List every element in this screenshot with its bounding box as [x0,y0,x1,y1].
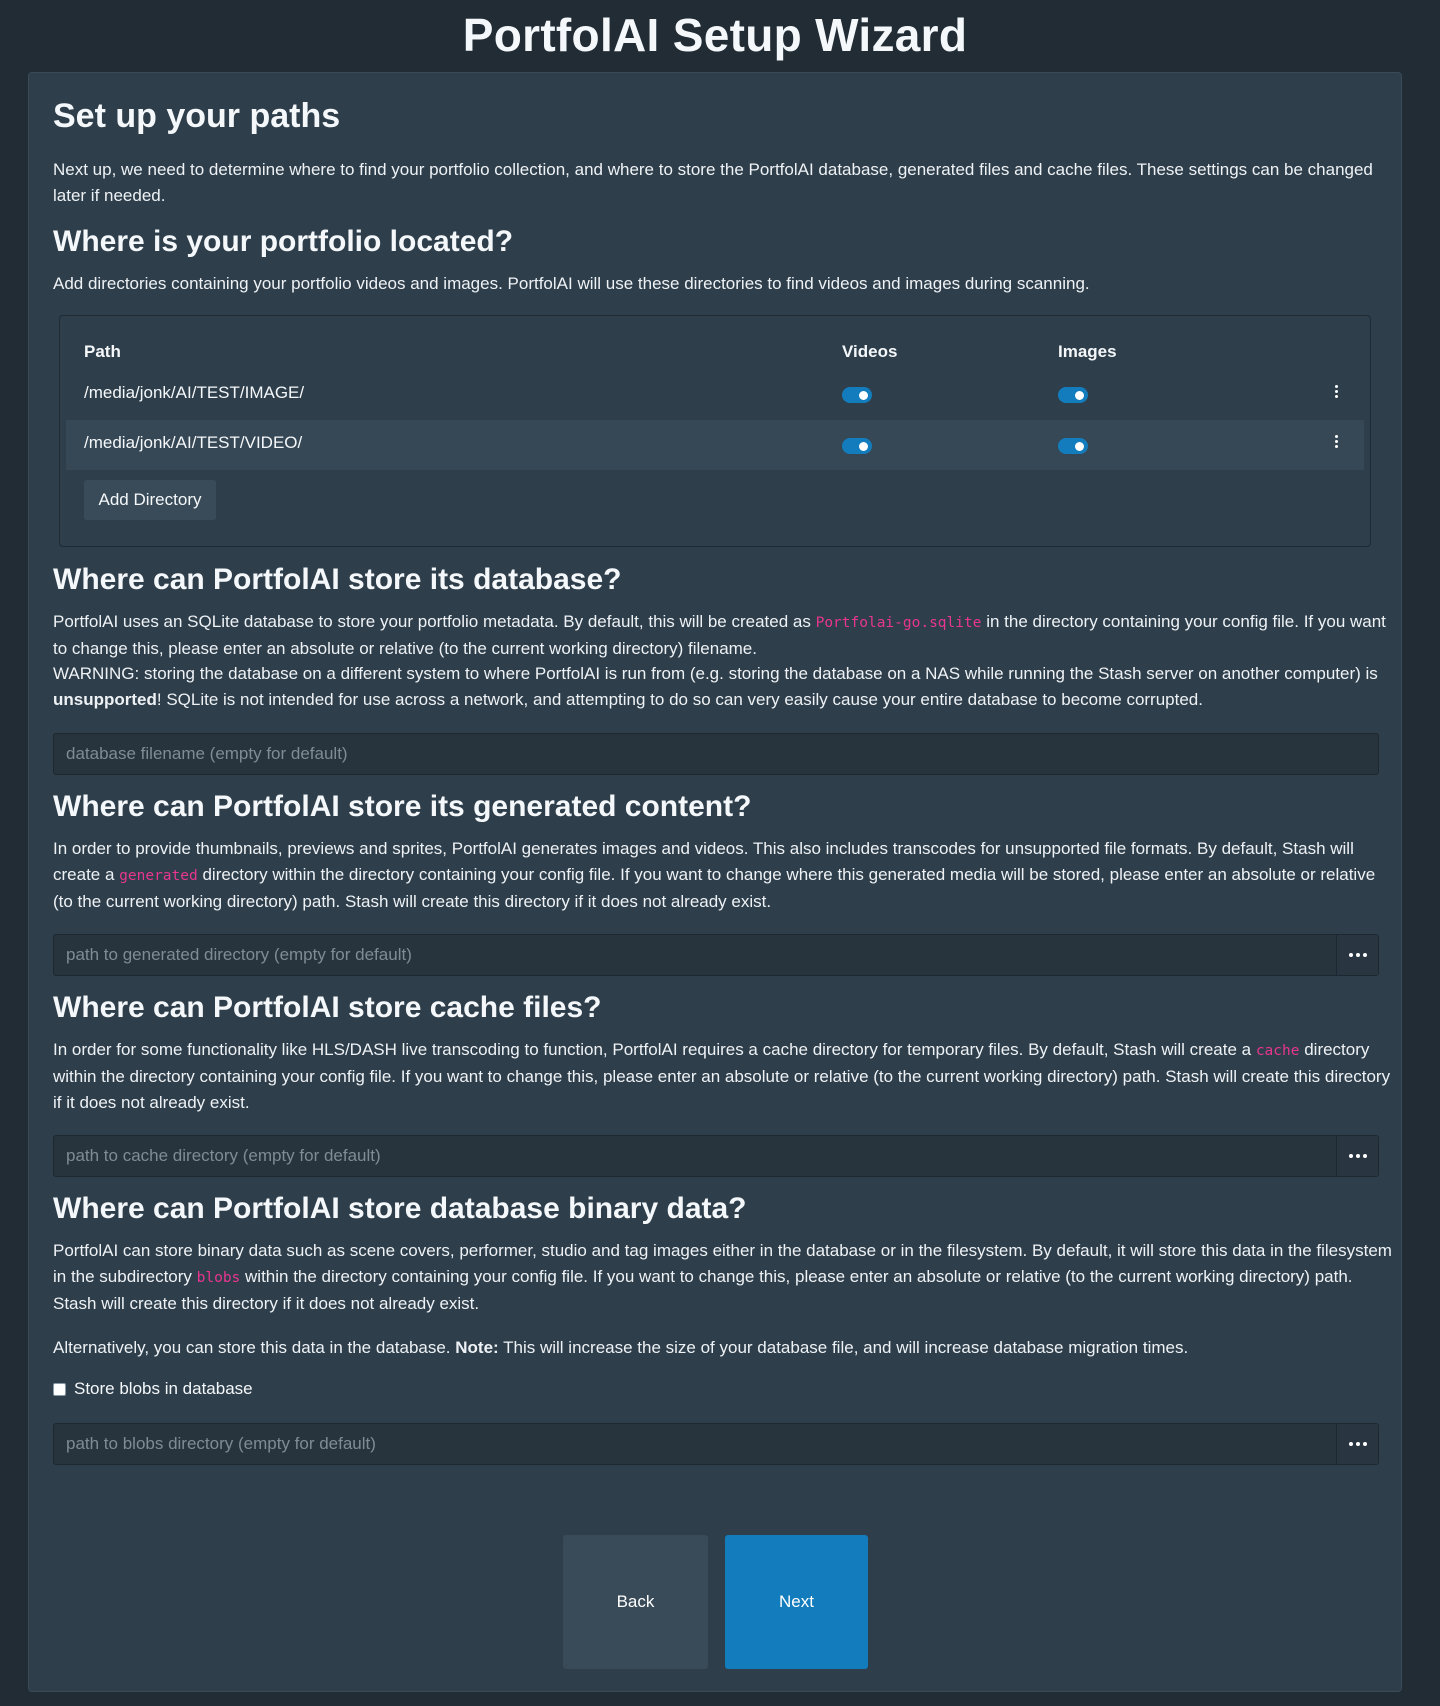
directory-path: /media/jonk/AI/TEST/VIDEO/ [84,433,303,452]
more-options-icon[interactable] [1335,385,1339,400]
generated-default-dir: generated [119,868,198,884]
blobs-default-dir: blobs [196,1270,241,1286]
store-blobs-label[interactable]: Store blobs in database [74,1379,253,1399]
back-button[interactable]: Back [563,1535,708,1669]
database-default-filename: Portfolai-go.sqlite [815,615,982,631]
blobs-alternative-text: Alternatively, you can store this data i… [53,1338,1189,1357]
database-warning: WARNING: storing the database on a diffe… [53,664,1378,709]
column-header-images: Images [1058,342,1117,361]
page-title: PortfolAI Setup Wizard [462,9,968,61]
wizard-panel: Set up your paths Next up, we need to de… [28,72,1402,1692]
directory-table: Path Videos Images /media/jonk/AI/TEST/I… [59,315,1371,547]
blobs-path-field[interactable] [53,1423,1379,1465]
section-heading-portfolio: Where is your portfolio located? [53,225,514,258]
browse-cache-button[interactable] [1336,1136,1378,1176]
section-heading-database: Where can PortfolAI store its database? [53,563,622,596]
section-heading-generated: Where can PortfolAI store its generated … [53,790,752,823]
table-row: /media/jonk/AI/TEST/VIDEO/ [66,420,1364,470]
generated-path-input[interactable] [54,935,1338,975]
database-text: PortfolAI uses an SQLite database to sto… [53,612,1386,658]
blobs-text: PortfolAI can store binary data such as … [53,1241,1392,1313]
database-filename-input[interactable] [54,734,1378,774]
cache-default-dir: cache [1255,1043,1300,1059]
blobs-path-input[interactable] [54,1424,1338,1464]
portfolio-text: Add directories containing your portfoli… [53,274,1090,293]
videos-toggle[interactable] [842,387,872,403]
browse-blobs-button[interactable] [1336,1424,1378,1464]
cache-text: In order for some functionality like HLS… [53,1040,1391,1112]
table-row: /media/jonk/AI/TEST/IMAGE/ [66,370,1364,420]
section-heading-blobs: Where can PortfolAI store database binar… [53,1192,747,1225]
cache-path-input[interactable] [54,1136,1338,1176]
images-toggle[interactable] [1058,387,1088,403]
browse-generated-button[interactable] [1336,935,1378,975]
videos-toggle[interactable] [842,438,872,454]
section-heading-paths: Set up your paths [53,97,341,135]
intro-text: Next up, we need to determine where to f… [53,160,1373,205]
more-options-icon[interactable] [1335,435,1339,450]
generated-path-field[interactable] [53,934,1379,976]
store-blobs-checkbox[interactable] [53,1383,66,1396]
database-filename-field[interactable] [53,733,1379,775]
add-directory-button[interactable]: Add Directory [84,480,216,520]
column-header-videos: Videos [842,342,898,361]
section-heading-cache: Where can PortfolAI store cache files? [53,991,602,1024]
column-header-path: Path [84,342,121,361]
generated-text: In order to provide thumbnails, previews… [53,839,1376,911]
next-button[interactable]: Next [725,1535,868,1669]
images-toggle[interactable] [1058,438,1088,454]
cache-path-field[interactable] [53,1135,1379,1177]
directory-path: /media/jonk/AI/TEST/IMAGE/ [84,383,305,402]
